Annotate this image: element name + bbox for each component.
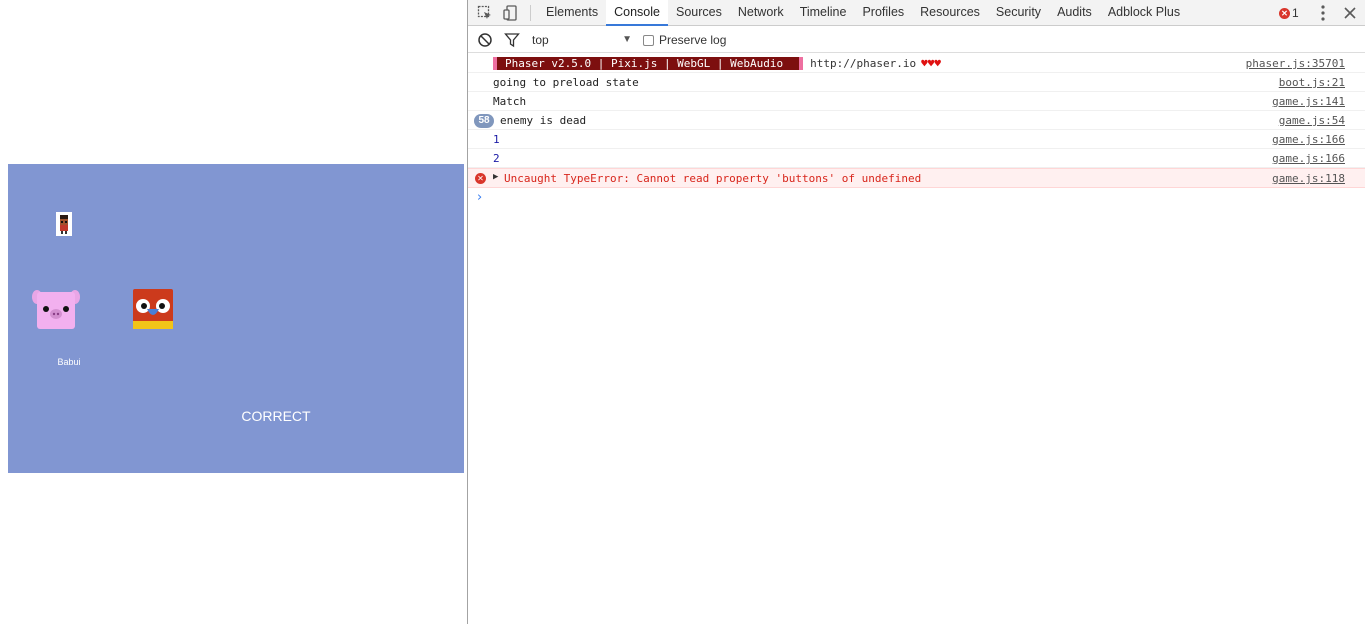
phaser-banner: Phaser v2.5.0 | Pixi.js | WebGL | WebAud…: [493, 57, 941, 70]
tab-profiles[interactable]: Profiles: [854, 0, 912, 26]
device-mode-icon[interactable]: [501, 3, 521, 23]
console-message: 58 enemy is dead game.js:54: [468, 111, 1365, 130]
source-link[interactable]: boot.js:21: [1279, 76, 1345, 89]
devtools-tabs: Elements Console Sources Network Timelin…: [538, 0, 1188, 26]
result-text: CORRECT: [241, 408, 311, 424]
tab-audits[interactable]: Audits: [1049, 0, 1100, 26]
error-count: 1: [1292, 6, 1299, 20]
tab-network[interactable]: Network: [730, 0, 792, 26]
console-message: Match game.js:141: [468, 92, 1365, 111]
source-link[interactable]: phaser.js:35701: [1246, 57, 1345, 70]
message-text: going to preload state: [493, 76, 639, 89]
error-icon: ✕: [475, 173, 486, 184]
context-select-value: top: [532, 33, 549, 47]
devtools-panel: Elements Console Sources Network Timelin…: [467, 0, 1365, 624]
inspect-element-icon[interactable]: [475, 3, 495, 23]
console-message: 1 game.js:166: [468, 130, 1365, 149]
parrot-sprite[interactable]: [133, 289, 173, 329]
message-text: 1: [493, 133, 500, 146]
page-viewport: Babui CORRECT: [0, 0, 467, 624]
more-options-icon[interactable]: [1315, 3, 1331, 23]
pig-sprite[interactable]: [32, 289, 80, 329]
banner-stripe: [799, 57, 804, 70]
console-message: Phaser v2.5.0 | Pixi.js | WebGL | WebAud…: [468, 54, 1365, 73]
repeat-count-badge: 58: [474, 114, 494, 128]
tab-resources[interactable]: Resources: [912, 0, 988, 26]
console-prompt[interactable]: ›: [468, 189, 1365, 207]
error-text: Uncaught TypeError: Cannot read property…: [504, 172, 922, 185]
banner-stripe: [791, 57, 800, 70]
console-toolbar: top ▼ Preserve log: [468, 27, 1365, 53]
console-message: 2 game.js:166: [468, 149, 1365, 168]
tab-timeline[interactable]: Timeline: [792, 0, 855, 26]
error-counter[interactable]: ✕ 1: [1279, 5, 1299, 21]
close-icon[interactable]: [1342, 3, 1358, 23]
console-message: going to preload state boot.js:21: [468, 73, 1365, 92]
clear-console-icon[interactable]: [477, 32, 493, 48]
console-error-message[interactable]: ✕ ▶ Uncaught TypeError: Cannot read prop…: [468, 168, 1365, 188]
preserve-log-checkbox[interactable]: Preserve log: [643, 32, 726, 48]
chevron-down-icon: ▼: [622, 34, 632, 45]
banner-text: Phaser v2.5.0 | Pixi.js | WebGL | WebAud…: [497, 57, 792, 70]
banner-url: http://phaser.io: [810, 57, 917, 70]
banner-hearts: ♥♥♥: [921, 57, 941, 70]
toolbar-divider: [530, 5, 531, 21]
filter-icon[interactable]: [504, 32, 520, 48]
source-link[interactable]: game.js:166: [1272, 133, 1345, 146]
expand-triangle-icon[interactable]: ▶: [493, 172, 498, 182]
preserve-log-label: Preserve log: [659, 33, 727, 47]
player-sprite: [56, 212, 72, 236]
error-icon: ✕: [1279, 7, 1290, 19]
game-canvas[interactable]: Babui CORRECT: [8, 164, 464, 473]
source-link[interactable]: game.js:141: [1272, 95, 1345, 108]
devtools-tabbar: Elements Console Sources Network Timelin…: [468, 0, 1365, 26]
source-link[interactable]: game.js:118: [1272, 172, 1345, 185]
message-text: 2: [493, 152, 500, 165]
tab-adblock-plus[interactable]: Adblock Plus: [1100, 0, 1188, 26]
animal-name-label: Babui: [57, 357, 81, 367]
tab-sources[interactable]: Sources: [668, 0, 730, 26]
source-link[interactable]: game.js:166: [1272, 152, 1345, 165]
tab-elements[interactable]: Elements: [538, 0, 606, 26]
message-text: enemy is dead: [500, 114, 587, 127]
tab-console[interactable]: Console: [606, 0, 668, 26]
message-text: Match: [493, 95, 527, 108]
prompt-caret-icon: ›: [477, 190, 483, 205]
source-link[interactable]: game.js:54: [1279, 114, 1345, 127]
tab-security[interactable]: Security: [988, 0, 1049, 26]
context-select[interactable]: top ▼: [526, 30, 632, 50]
console-messages: Phaser v2.5.0 | Pixi.js | WebGL | WebAud…: [468, 54, 1365, 188]
checkbox-box[interactable]: [643, 34, 654, 46]
